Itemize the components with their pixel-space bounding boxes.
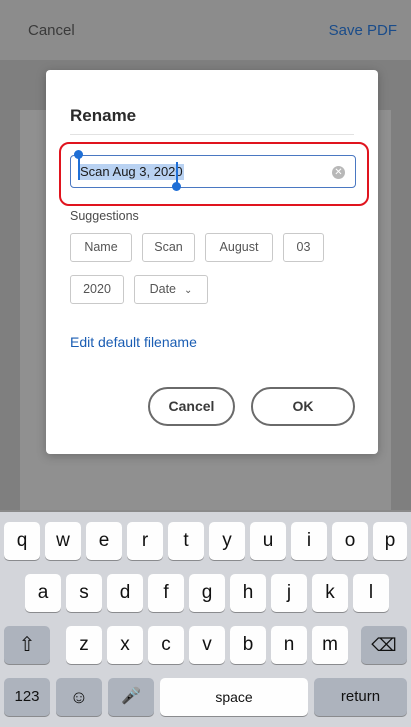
suggestion-chip-scan[interactable]: Scan <box>142 233 195 262</box>
chevron-down-icon: ⌄ <box>184 285 193 296</box>
key-e[interactable]: e <box>86 522 122 560</box>
key-d[interactable]: d <box>107 574 143 612</box>
key-a[interactable]: a <box>25 574 61 612</box>
shift-key[interactable]: ⇧ <box>4 626 50 664</box>
key-p[interactable]: p <box>373 522 407 560</box>
key-h[interactable]: h <box>230 574 266 612</box>
suggestions-label: Suggestions <box>70 209 139 223</box>
return-key[interactable]: return <box>314 678 407 716</box>
suggestion-chip-day[interactable]: 03 <box>283 233 324 262</box>
microphone-icon: 🎤 <box>121 688 141 705</box>
delete-key[interactable]: ⌫ <box>361 626 407 664</box>
cancel-button[interactable]: Cancel <box>148 387 235 426</box>
key-o[interactable]: o <box>332 522 368 560</box>
field-highlight-annotation <box>59 142 369 206</box>
suggestion-chip-name[interactable]: Name <box>70 233 132 262</box>
key-k[interactable]: k <box>312 574 348 612</box>
suggestion-chip-month[interactable]: August <box>205 233 273 262</box>
key-v[interactable]: v <box>189 626 225 664</box>
key-j[interactable]: j <box>271 574 307 612</box>
key-m[interactable]: m <box>312 626 348 664</box>
key-y[interactable]: y <box>209 522 245 560</box>
key-s[interactable]: s <box>66 574 102 612</box>
key-b[interactable]: b <box>230 626 266 664</box>
numbers-key[interactable]: 123 <box>4 678 50 716</box>
key-i[interactable]: i <box>291 522 327 560</box>
cancel-link[interactable]: Cancel <box>28 22 75 39</box>
shift-arrow-icon: ⇧ <box>18 634 36 656</box>
key-g[interactable]: g <box>189 574 225 612</box>
suggestion-chip-date-dropdown[interactable]: Date ⌄ <box>134 275 208 304</box>
edit-default-filename-link[interactable]: Edit default filename <box>70 334 197 350</box>
key-z[interactable]: z <box>66 626 102 664</box>
key-u[interactable]: u <box>250 522 286 560</box>
key-q[interactable]: q <box>4 522 40 560</box>
key-c[interactable]: c <box>148 626 184 664</box>
ok-button[interactable]: OK <box>251 387 355 426</box>
key-t[interactable]: t <box>168 522 204 560</box>
emoji-key[interactable]: ☺ <box>56 678 102 716</box>
key-n[interactable]: n <box>271 626 307 664</box>
emoji-icon: ☺ <box>69 687 89 707</box>
key-l[interactable]: l <box>353 574 389 612</box>
dialog-title: Rename <box>70 106 137 125</box>
date-dropdown-label: Date <box>149 282 176 296</box>
key-x[interactable]: x <box>107 626 143 664</box>
dictation-key[interactable]: 🎤 <box>108 678 154 716</box>
save-pdf-link[interactable]: Save PDF <box>329 22 397 39</box>
key-w[interactable]: w <box>45 522 81 560</box>
title-divider <box>70 134 354 135</box>
top-bar: Cancel Save PDF <box>0 0 411 60</box>
space-key[interactable]: space <box>160 678 308 716</box>
suggestion-chip-year[interactable]: 2020 <box>70 275 124 304</box>
key-f[interactable]: f <box>148 574 184 612</box>
backspace-icon: ⌫ <box>371 635 397 655</box>
key-r[interactable]: r <box>127 522 163 560</box>
rename-dialog: Rename Scan Aug 3, 2020 ✕ Suggestions Na… <box>46 70 378 454</box>
ios-keyboard: q w e r t y u i o p a s d f g h j k l ⇧ … <box>0 512 411 727</box>
